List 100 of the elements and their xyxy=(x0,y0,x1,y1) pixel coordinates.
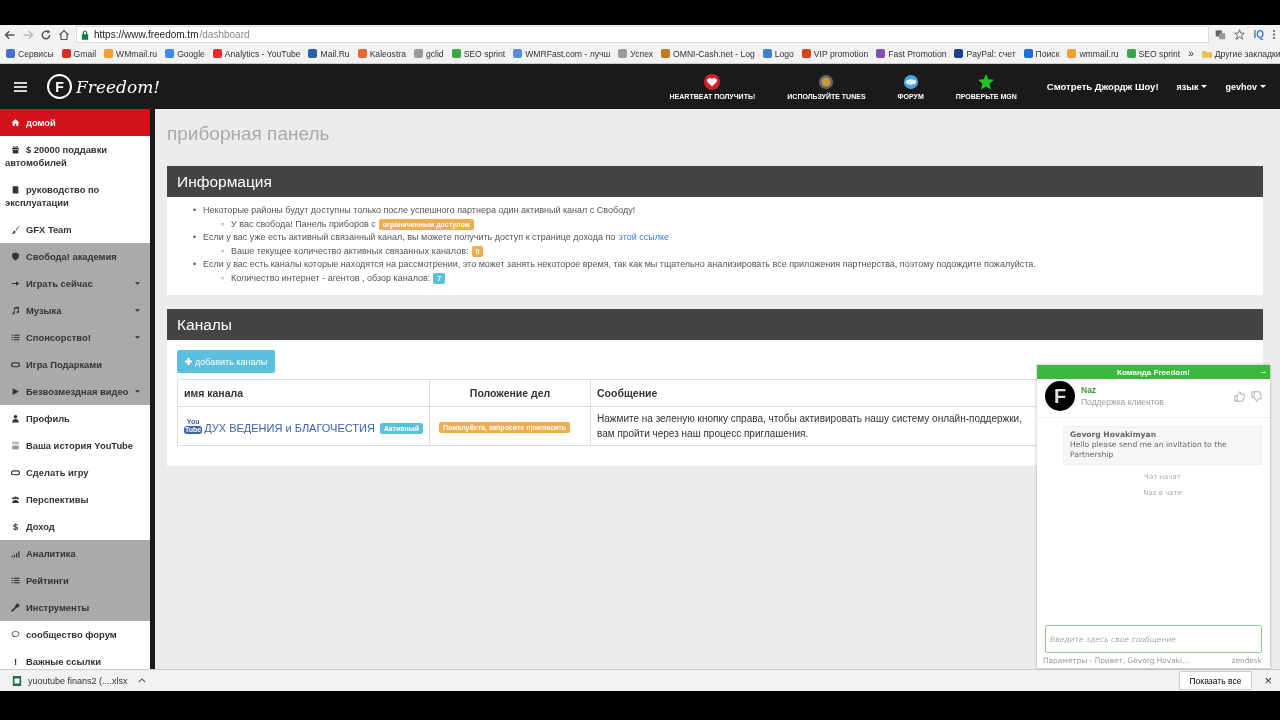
more-bookmarks-button[interactable]: » xyxy=(1188,48,1194,59)
sidebar-item[interactable]: ! Важные ссылки xyxy=(0,648,150,669)
bookmark[interactable]: Kaleostra xyxy=(357,48,406,59)
bookmark[interactable]: Google xyxy=(165,48,205,59)
sidebar-item[interactable]: Ваша история YouTube xyxy=(0,432,150,459)
icon-glyph: ! xyxy=(12,655,19,668)
sidebar-item[interactable]: Инструменты xyxy=(0,594,150,621)
dropdown-menu[interactable]: язык xyxy=(1176,81,1208,92)
sidebar-item[interactable]: Аналитика xyxy=(0,540,150,567)
page-title: приборная панель xyxy=(167,123,331,145)
dropdown-menu[interactable]: gevhov xyxy=(1225,81,1266,92)
bookmark[interactable]: wmmail.ru xyxy=(1067,48,1119,59)
message-text: Нажмите на зеленую кнопку справа, чтобы активировать нашу систему онлайн-поддержки, xyxy=(597,412,1022,426)
bullet: ◦ xyxy=(221,244,226,258)
thumbs-down-icon[interactable] xyxy=(1251,390,1262,402)
sidebar-item[interactable]: Музыка xyxy=(0,297,150,324)
bullet: • xyxy=(193,204,198,217)
info-text: Некоторые районы будут доступны только после успешного партнера один активный канал с Свободу! xyxy=(203,205,636,215)
sidebar-item[interactable]: Сделать игру xyxy=(0,459,150,486)
home-icon[interactable] xyxy=(58,28,70,41)
info-text: Если у вас есть каналы которые находятся на рассмотрении, это может занять некоторое время, так как мы тщательно анализировать все приложения партнерства, поэтому подождите пожалуйста. xyxy=(203,259,1036,269)
sidebar-item[interactable]: сообщество форум xyxy=(0,621,150,648)
logo-text[interactable]: Freedom! xyxy=(76,76,161,97)
sidebar-item[interactable]: $ 20000 поддавки автомобилей xyxy=(0,136,150,176)
list-icon xyxy=(11,576,20,585)
channel-link[interactable]: ДУХ ВЕДЕНИЯ и БЛАГОЧЕСТИЯ xyxy=(204,422,375,434)
bookmark[interactable]: WMmail.ru xyxy=(104,48,158,59)
arrow-icon xyxy=(11,279,20,288)
bookmark-star-icon[interactable] xyxy=(1234,29,1246,40)
bookmark[interactable]: SEO sprint xyxy=(451,48,506,59)
agent-avatar: F xyxy=(1045,381,1075,411)
sidebar-item[interactable]: Перспективы xyxy=(0,486,150,513)
bookmark[interactable]: gclid xyxy=(413,48,444,59)
column-header: Положение дел xyxy=(429,379,591,407)
panel-title: Каналы xyxy=(167,309,1263,340)
logo-mark[interactable]: F xyxy=(47,74,72,99)
bookmark[interactable]: Fast Promotion xyxy=(876,48,947,59)
bullet: • xyxy=(193,231,198,244)
sidebar-item[interactable]: Безвозмездная видео xyxy=(0,378,150,405)
bookmark-folder[interactable]: Другие закладки xyxy=(1201,48,1280,59)
agent-role: Поддержка клиентов xyxy=(1081,396,1165,408)
sidebar-item[interactable]: руководство по эксплуатации xyxy=(0,176,150,216)
message-text: вам пройти через наш процесс приглашения. xyxy=(597,427,809,441)
reload-icon[interactable] xyxy=(40,28,52,41)
list-icon xyxy=(11,333,20,342)
bookmark[interactable]: OMNI-Cash.net - Log xyxy=(661,48,755,59)
sidebar-item[interactable]: Свобода! академия xyxy=(0,243,150,270)
caret-icon xyxy=(1260,85,1266,88)
play-icon xyxy=(11,387,20,396)
bookmark[interactable]: Logo xyxy=(762,48,794,59)
bookmark[interactable]: Успех xyxy=(618,48,654,59)
thumbs-up-icon[interactable] xyxy=(1234,390,1245,402)
sidebar-item[interactable]: GFX Team xyxy=(0,216,150,243)
bullet: • xyxy=(193,258,198,271)
sidebar-item[interactable]: Игра Подарками xyxy=(0,351,150,378)
sidebar-item[interactable]: Рейтинги xyxy=(0,567,150,594)
close-button[interactable]: × xyxy=(1264,673,1272,688)
info-text: Количество интернет - агентов , обзор каналов: xyxy=(231,272,431,283)
gift-icon xyxy=(11,145,20,154)
speech-bubble-icon xyxy=(11,630,20,639)
bullet: ◦ xyxy=(221,271,226,285)
bookmark[interactable]: Mail.Ru xyxy=(308,48,350,59)
bookmark[interactable]: Сервисы xyxy=(6,48,54,59)
extension-button[interactable]: IQ xyxy=(1253,29,1264,40)
panel-title: Информация xyxy=(167,166,1263,197)
translate-icon[interactable] xyxy=(1215,29,1227,40)
spreadsheet-icon xyxy=(12,674,22,687)
sidebar-item[interactable]: Играть сейчас xyxy=(0,270,150,297)
bookmark[interactable]: PayPal: счет xyxy=(954,48,1016,59)
menu-icon[interactable] xyxy=(14,80,27,93)
folder-icon xyxy=(1201,49,1212,58)
menu-icon[interactable] xyxy=(1272,29,1276,40)
bookmark[interactable]: Gmail xyxy=(61,48,97,59)
user-icon xyxy=(11,414,20,423)
sidebar-item[interactable]: $ Доход xyxy=(0,513,150,540)
info-text: Ваше текущее количество активных связанных каналов: xyxy=(231,245,469,256)
plus-icon xyxy=(185,358,192,365)
back-icon[interactable] xyxy=(4,28,16,41)
music-note-icon xyxy=(11,306,20,315)
caret-icon xyxy=(1201,85,1208,88)
agent-name: Naz xyxy=(1081,384,1098,396)
bookmark[interactable]: Поиск xyxy=(1023,48,1060,59)
info-text: Если у вас уже есть активный связанный канал, вы можете получить доступ к странице дохода по xyxy=(203,232,616,242)
sidebar-item[interactable]: домой xyxy=(0,109,150,136)
bookmark[interactable]: VIP promotion xyxy=(801,48,869,59)
bookmark[interactable]: Analytics - YouTube xyxy=(212,48,301,59)
download-item[interactable]: yuoutube finans2 (....xlsx xyxy=(12,674,146,687)
bookmark[interactable]: SEO sprint xyxy=(1126,48,1181,59)
show-all-button[interactable]: Показать все xyxy=(1178,671,1253,690)
bookmark[interactable]: WMRFast.com - лучш xyxy=(513,48,611,59)
chevron-up-icon xyxy=(137,678,146,683)
show-link[interactable]: Смотреть Джордж Шоу! xyxy=(1046,81,1159,92)
text-link[interactable]: этой ссылке xyxy=(618,232,669,242)
medal-icon xyxy=(818,73,835,90)
wrench-icon xyxy=(11,603,20,612)
bullet: ◦ xyxy=(221,217,226,231)
sidebar-item[interactable]: Спонсорство! xyxy=(0,324,150,351)
sidebar-item[interactable]: Профиль xyxy=(0,405,150,432)
address-field[interactable]: https://www.freedom.tm/dashboard xyxy=(76,26,1210,43)
signal-icon xyxy=(11,549,20,558)
